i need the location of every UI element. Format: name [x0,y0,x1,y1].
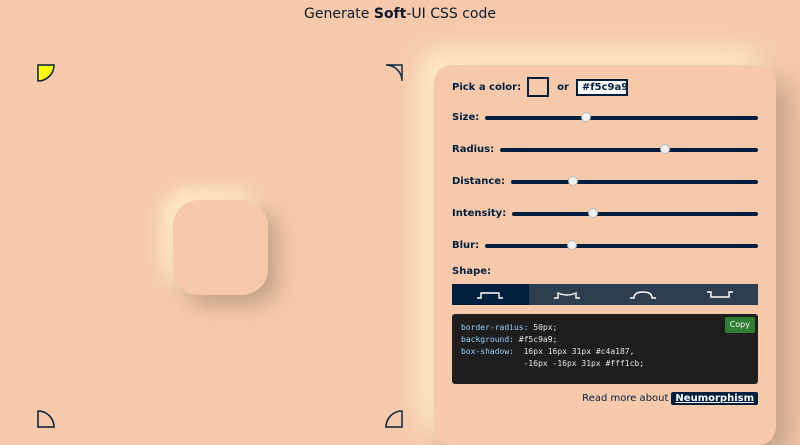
blur-label: Blur: [452,240,480,251]
shape-convex-button[interactable] [605,284,682,305]
radius-slider[interactable] [500,143,758,154]
intensity-slider[interactable] [512,207,758,218]
intensity-slider-thumb[interactable] [588,207,599,218]
read-more-text: Read more about [582,393,669,404]
distance-slider[interactable] [511,175,758,186]
blur-slider[interactable] [485,239,758,250]
quarter-circle-icon [385,64,403,82]
convex-icon [630,290,657,299]
light-corner-bottom-left[interactable] [37,410,55,428]
neumorphic-preview [173,200,268,295]
radius-slider-thumb[interactable] [660,143,671,154]
neumorphism-link[interactable]: Neumorphism [671,392,758,405]
shape-selector [452,284,758,305]
shape-pressed-button[interactable] [681,284,758,305]
blur-row: Blur: [452,239,758,251]
radius-label: Radius: [452,144,495,155]
color-label: Pick a color: [452,81,522,93]
config-panel: Pick a color: or #f5c9a9 Size: Radius: D… [434,65,776,445]
flat-icon [477,291,504,299]
quarter-circle-icon [385,410,403,428]
distance-label: Distance: [452,176,506,187]
subtitle-bold: Soft [373,6,407,22]
code-line: background: #f5c9a9; [461,335,558,344]
intensity-row: Intensity: [452,207,758,219]
light-corner-bottom-right[interactable] [385,410,403,428]
code-line: -16px -16px 31px #fff1cb; [461,359,645,368]
color-picker[interactable] [527,77,550,97]
radius-row: Radius: [452,143,758,155]
size-slider[interactable] [485,111,758,122]
subtitle-prefix: Generate [304,6,374,22]
subtitle-suffix: -UI CSS code [406,6,496,22]
size-row: Size: [452,111,758,123]
shape-row: Shape: [452,266,758,277]
distance-slider-thumb[interactable] [567,175,578,186]
size-label: Size: [452,112,480,123]
blur-slider-thumb[interactable] [567,239,578,250]
quarter-circle-icon [37,64,55,82]
css-code-block: border-radius: 50px; background: #f5c9a9… [452,314,758,384]
code-line: border-radius: 50px; [461,323,558,332]
color-row: Pick a color: or #f5c9a9 [452,77,758,97]
read-more: Read more about Neumorphism [582,392,758,405]
light-corner-top-left[interactable] [37,64,55,82]
page-subtitle: Generate Soft-UI CSS code [0,6,800,22]
shape-label: Shape: [452,266,492,277]
code-line: box-shadow: 16px 16px 31px #c4a187, [461,347,635,356]
shape-flat-button[interactable] [452,284,529,305]
light-corner-top-right[interactable] [385,64,403,82]
intensity-label: Intensity: [452,208,507,219]
concave-icon [553,291,580,299]
or-label: or [557,81,569,93]
distance-row: Distance: [452,175,758,187]
color-hex-input[interactable]: #f5c9a9 [575,78,628,96]
size-slider-thumb[interactable] [581,111,592,122]
shape-concave-button[interactable] [528,284,605,305]
pressed-icon [706,290,733,298]
quarter-circle-icon [37,410,55,428]
copy-button[interactable]: Copy [724,317,755,333]
